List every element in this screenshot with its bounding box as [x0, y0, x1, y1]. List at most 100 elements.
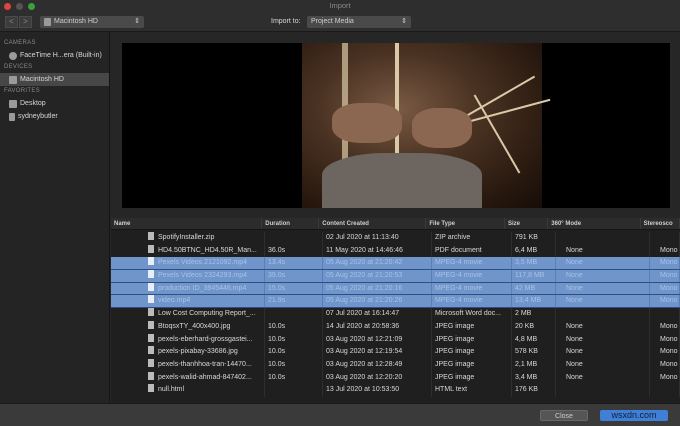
size-cell: 578 KB: [512, 346, 556, 359]
name-cell: null.html: [111, 384, 265, 397]
table-row[interactable]: video.mp4 21.9s 05 Aug 2020 at 21:20:26 MPE…: [111, 295, 680, 309]
stereo-cell: Mono: [650, 282, 680, 295]
created-cell: 11 May 2020 at 14:46:46: [323, 244, 432, 258]
name-cell: HD4.50BTNC_HD4.50R_Man...: [111, 244, 265, 258]
import-to-popup[interactable]: Project Media ⇕: [307, 16, 411, 28]
table-row[interactable]: pexels-thanhhoa-tran-14470... 10.0s 03 Aug…: [111, 358, 680, 372]
close-button[interactable]: Close: [540, 410, 588, 421]
created-cell: 05 Aug 2020 at 21:20:42: [323, 257, 432, 270]
zoom-window-button[interactable]: [28, 3, 35, 10]
close-window-button[interactable]: [4, 3, 11, 10]
sidebar-item-label: Desktop: [20, 100, 46, 107]
table-row[interactable]: pexels-pixabay-33686.jpg 10.0s 03 Aug 2020…: [111, 346, 680, 359]
name-cell: pexels-thanhhoa-tran-14470...: [111, 358, 265, 372]
name-cell: production ID_3845446.mp4: [111, 282, 265, 295]
table-header: Name Duration Content Created File Type …: [111, 218, 680, 230]
section-favorites: FAVORITES: [4, 88, 40, 94]
source-popup[interactable]: Macintosh HD ⇕: [40, 16, 144, 28]
file-type-cell: Microsoft Word doc...: [432, 308, 512, 321]
size-cell: 2 MB: [512, 308, 556, 321]
table-row[interactable]: HD4.50BTNC_HD4.50R_Man... 36.0s 11 May 202…: [111, 244, 680, 258]
file-name: pexels-pixabay-33686.jpg: [158, 348, 238, 356]
table-row[interactable]: Pexels Videos 2324293.mp4 39.0s 05 Aug 202…: [111, 270, 680, 283]
360-mode-cell: [556, 232, 650, 245]
360-mode-cell: None: [556, 295, 650, 308]
file-icon: [148, 308, 154, 317]
360-mode-cell: None: [556, 371, 650, 385]
section-cameras: CAMERAS: [4, 40, 36, 46]
table-row[interactable]: BtoqsxTY_400x400.jpg 10.0s 14 Jul 2020 at …: [111, 320, 680, 334]
table-row[interactable]: Low Cost Computing Report_... 07 Jul 2020…: [111, 308, 680, 321]
column-header-360-mode[interactable]: 360° Mode: [548, 218, 641, 229]
file-icon: [148, 346, 154, 355]
chevron-updown-icon: ⇕: [134, 18, 140, 25]
size-cell: 6,4 MB: [512, 244, 556, 258]
table-row[interactable]: Pexels Videos 2121092.mp4 13.4s 05 Aug 202…: [111, 257, 680, 271]
name-cell: BtoqsxTY_400x400.jpg: [111, 320, 265, 334]
file-type-cell: JPEG image: [432, 346, 512, 359]
import-to-value: Project Media: [311, 18, 354, 25]
duration-cell: 10.0s: [265, 346, 323, 359]
duration-cell: [265, 232, 323, 245]
file-name: HD4.50BTNC_HD4.50R_Man...: [158, 246, 257, 254]
table-row[interactable]: production ID_3845446.mp4 15.0s 05 Aug 202…: [111, 282, 680, 296]
size-cell: 791 KB: [512, 232, 556, 245]
file-icon: [148, 371, 154, 380]
camera-icon: [9, 51, 17, 60]
file-name: pexels-walid-ahmad-847402...: [158, 373, 252, 381]
back-button[interactable]: <: [5, 16, 18, 28]
video-preview[interactable]: [122, 43, 670, 208]
name-cell: pexels-walid-ahmad-847402...: [111, 371, 265, 385]
sidebar-item-facetime-camera[interactable]: FaceTime H...era (Built-in): [0, 49, 109, 62]
table-row[interactable]: SpotifyInstaller.zip 02 Jul 2020 at 11:13…: [111, 232, 680, 245]
column-header-stereoscopic[interactable]: Stereosco: [641, 218, 680, 229]
file-icon: [148, 295, 154, 304]
table-row[interactable]: null.html 13 Jul 2020 at 10:53:50 HTML tex…: [111, 384, 680, 397]
forward-button[interactable]: >: [19, 16, 32, 28]
column-header-size[interactable]: Size: [505, 218, 549, 229]
360-mode-cell: None: [556, 346, 650, 359]
source-value: Macintosh HD: [54, 18, 98, 25]
sidebar-item-desktop[interactable]: Desktop: [0, 97, 109, 110]
column-header-name[interactable]: Name: [111, 218, 263, 229]
stereo-cell: Mono: [650, 270, 680, 282]
360-mode-cell: None: [556, 358, 650, 372]
size-cell: 3,4 MB: [512, 371, 556, 385]
preview-pane: [111, 32, 680, 216]
duration-cell: 39.0s: [265, 270, 323, 282]
file-name: pexels-eberhard-grossgastei...: [158, 335, 253, 343]
created-cell: 05 Aug 2020 at 21:20:53: [323, 270, 432, 282]
file-icon: [148, 282, 154, 291]
stereo-cell: Mono: [650, 295, 680, 308]
minimize-window-button[interactable]: [16, 3, 23, 10]
window-title: Import: [329, 1, 351, 10]
file-name: BtoqsxTY_400x400.jpg: [158, 322, 231, 330]
created-cell: 02 Jul 2020 at 11:13:40: [323, 232, 432, 245]
stereo-cell: Mono: [650, 320, 680, 334]
table-row[interactable]: pexels-eberhard-grossgastei... 10.0s 03 Au…: [111, 333, 680, 347]
360-mode-cell: None: [556, 257, 650, 270]
file-icon: [148, 244, 154, 253]
360-mode-cell: None: [556, 333, 650, 347]
column-header-duration[interactable]: Duration: [262, 218, 320, 229]
file-type-cell: HTML text: [432, 384, 512, 397]
file-name: SpotifyInstaller.zip: [158, 234, 215, 241]
sidebar-item-macintosh-hd[interactable]: Macintosh HD: [0, 73, 109, 86]
name-cell: Pexels Videos 2121092.mp4: [111, 257, 265, 270]
created-cell: 05 Aug 2020 at 21:20:26: [323, 295, 432, 308]
duration-cell: 10.0s: [265, 371, 323, 385]
file-name: Pexels Videos 2324293.mp4: [158, 272, 247, 280]
created-cell: 14 Jul 2020 at 20:58:36: [323, 320, 432, 334]
title-bar: Import: [0, 0, 680, 13]
sidebar-item-label: Macintosh HD: [20, 76, 64, 83]
column-header-file-type[interactable]: File Type: [426, 218, 506, 229]
column-header-content-created[interactable]: Content Created: [319, 218, 427, 229]
stereo-cell: Mono: [650, 257, 680, 270]
sidebar-item-home[interactable]: sydneybutler: [0, 110, 109, 123]
sidebar-item-label: FaceTime H...era (Built-in): [20, 52, 102, 59]
table-row[interactable]: pexels-walid-ahmad-847402... 10.0s 03 Aug …: [111, 371, 680, 385]
file-icon: [148, 358, 154, 367]
import-button[interactable]: wsxdn.com: [600, 410, 668, 421]
size-cell: 13,4 MB: [512, 295, 556, 308]
file-name: production ID_3845446.mp4: [158, 284, 247, 292]
